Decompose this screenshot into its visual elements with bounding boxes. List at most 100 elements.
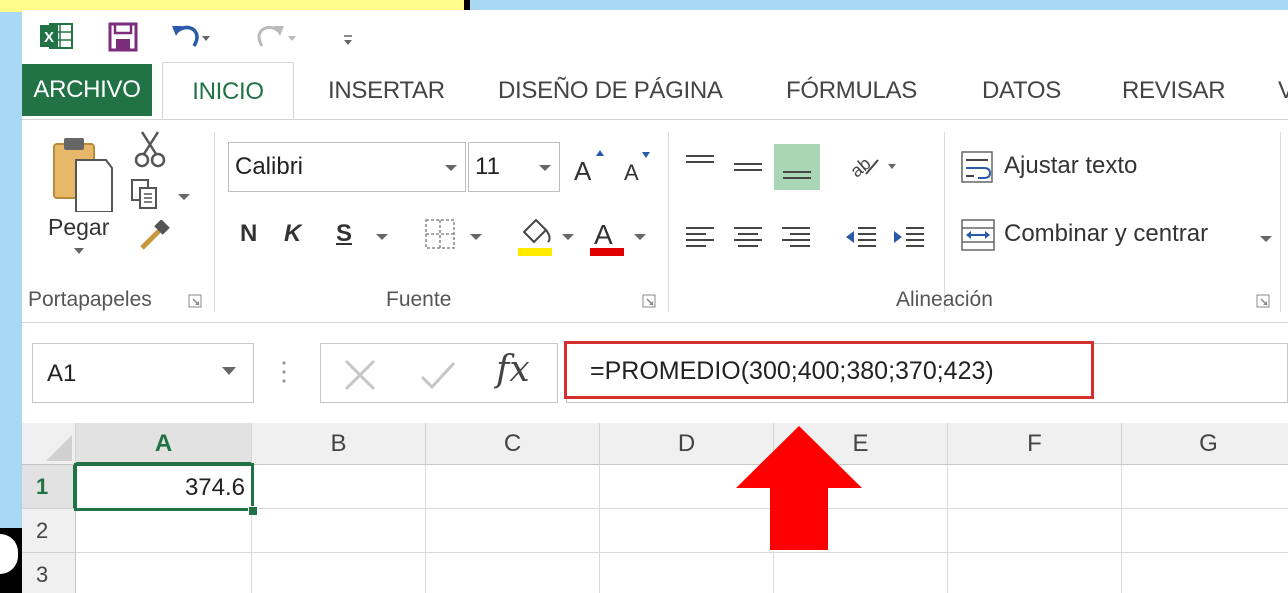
save-icon[interactable] (108, 22, 138, 52)
align-middle-icon[interactable] (730, 150, 766, 184)
group-separator (1280, 132, 1281, 312)
customize-qat-icon[interactable] (340, 22, 356, 48)
paste-button[interactable]: Pegar (48, 214, 109, 241)
font-name-combo[interactable]: Calibri (228, 142, 466, 192)
merge-center-button[interactable]: Combinar y centrar (1004, 220, 1208, 248)
cancel-icon[interactable] (340, 357, 380, 393)
fill-handle[interactable] (248, 506, 258, 516)
bold-button[interactable]: N (240, 220, 257, 248)
tab-revisar[interactable]: REVISAR (1122, 62, 1226, 120)
chevron-down-icon[interactable] (539, 163, 551, 173)
excel-window: X ARCHIVO INICIO INSERTAR DISEÑO DE PÁGI… (22, 10, 1288, 593)
tab-datos[interactable]: DATOS (982, 62, 1061, 120)
clipboard-group-label: Portapapeles (28, 288, 152, 311)
fill-color-dropdown-icon[interactable] (562, 232, 574, 242)
select-all-corner[interactable] (22, 423, 76, 465)
cell-f2[interactable] (948, 509, 1122, 553)
cell-g2[interactable] (1122, 509, 1288, 553)
align-right-icon[interactable] (778, 220, 814, 254)
cell-g3[interactable] (1122, 553, 1288, 593)
wrap-text-icon[interactable] (960, 148, 1000, 188)
tab-insertar[interactable]: INSERTAR (328, 62, 445, 120)
paste-dropdown-icon[interactable] (74, 246, 84, 256)
row-header-3[interactable]: 3 (22, 553, 76, 593)
column-header-b[interactable]: B (252, 423, 426, 465)
orientation-icon[interactable]: ab (848, 148, 898, 182)
alignment-launcher-icon[interactable] (1256, 294, 1270, 308)
font-size-combo[interactable]: 11 (468, 142, 560, 192)
cell-f1[interactable] (948, 465, 1122, 509)
formula-bar: A1 fx =PROMEDIO(300;400;380;370;423) (22, 323, 1288, 423)
name-box[interactable]: A1 (32, 343, 254, 403)
cell-g1[interactable] (1122, 465, 1288, 509)
cut-icon[interactable] (134, 130, 166, 168)
row-header-1[interactable]: 1 (22, 465, 76, 509)
svg-text:A: A (624, 160, 639, 184)
clipboard-launcher-icon[interactable] (188, 294, 202, 308)
cell-a3[interactable] (76, 553, 252, 593)
align-left-icon[interactable] (682, 220, 718, 254)
cell-d3[interactable] (600, 553, 774, 593)
merge-dropdown-icon[interactable] (1260, 234, 1272, 244)
cell-c2[interactable] (426, 509, 600, 553)
column-header-f[interactable]: F (948, 423, 1122, 465)
paste-icon[interactable] (50, 134, 114, 212)
tab-inicio[interactable]: INICIO (162, 62, 294, 120)
decrease-font-size-icon[interactable]: A (622, 148, 652, 184)
borders-icon[interactable] (422, 216, 458, 252)
column-header-a[interactable]: A (76, 423, 252, 465)
font-launcher-icon[interactable] (642, 294, 656, 308)
quick-access-toolbar: X (22, 10, 1288, 62)
tab-diseno-de-pagina[interactable]: DISEÑO DE PÁGINA (498, 62, 723, 120)
font-name-value: Calibri (235, 153, 304, 180)
chevron-down-icon[interactable] (445, 163, 457, 173)
resize-handle-icon[interactable] (280, 357, 288, 387)
underline-button[interactable]: S (336, 220, 352, 248)
tab-archivo[interactable]: ARCHIVO (22, 64, 152, 116)
row-header-2[interactable]: 2 (22, 509, 76, 553)
ribbon-home: Pegar Portapapeles Calibri 11 A A N K S … (22, 119, 1288, 323)
align-center-icon[interactable] (730, 220, 766, 254)
copy-icon[interactable] (130, 178, 160, 210)
align-bottom-icon (783, 171, 811, 179)
insert-function-icon[interactable]: fx (496, 349, 530, 390)
alignment-group-label: Alineación (896, 288, 993, 311)
format-painter-icon[interactable] (136, 220, 170, 252)
align-bottom-button[interactable] (774, 144, 820, 190)
increase-indent-icon[interactable] (892, 220, 928, 254)
column-header-c[interactable]: C (426, 423, 600, 465)
cell-c1[interactable] (426, 465, 600, 509)
formula-text: =PROMEDIO(300;400;380;370;423) (590, 357, 994, 385)
fill-color-icon[interactable] (516, 214, 556, 258)
cell-c3[interactable] (426, 553, 600, 593)
merge-center-icon[interactable] (960, 216, 1000, 256)
underline-dropdown-icon[interactable] (376, 232, 388, 242)
font-color-dropdown-icon[interactable] (634, 232, 646, 242)
cell-b3[interactable] (252, 553, 426, 593)
increase-font-size-icon[interactable]: A (572, 148, 606, 184)
group-separator (944, 132, 945, 312)
font-color-icon[interactable]: A (588, 214, 628, 258)
cell-a2[interactable] (76, 509, 252, 553)
svg-text:X: X (44, 29, 54, 46)
tab-vista[interactable]: V (1278, 62, 1288, 120)
cell-e3[interactable] (774, 553, 948, 593)
cell-b1[interactable] (252, 465, 426, 509)
decrease-indent-icon[interactable] (844, 220, 880, 254)
redo-icon[interactable] (256, 22, 296, 52)
copy-dropdown-icon[interactable] (178, 192, 190, 202)
align-top-icon[interactable] (682, 150, 718, 184)
cell-b2[interactable] (252, 509, 426, 553)
excel-logo-icon: X (40, 23, 73, 49)
tab-formulas[interactable]: FÓRMULAS (786, 62, 917, 120)
cell-f3[interactable] (948, 553, 1122, 593)
column-header-g[interactable]: G (1122, 423, 1288, 465)
svg-text:A: A (574, 156, 592, 184)
borders-dropdown-icon[interactable] (470, 232, 482, 242)
name-box-dropdown-icon[interactable] (222, 365, 236, 377)
wrap-text-button[interactable]: Ajustar texto (1004, 152, 1137, 180)
italic-button[interactable]: K (284, 220, 301, 248)
cell-a1[interactable]: 374.6 (74, 463, 254, 511)
enter-check-icon[interactable] (418, 357, 458, 393)
undo-icon[interactable] (170, 22, 210, 52)
